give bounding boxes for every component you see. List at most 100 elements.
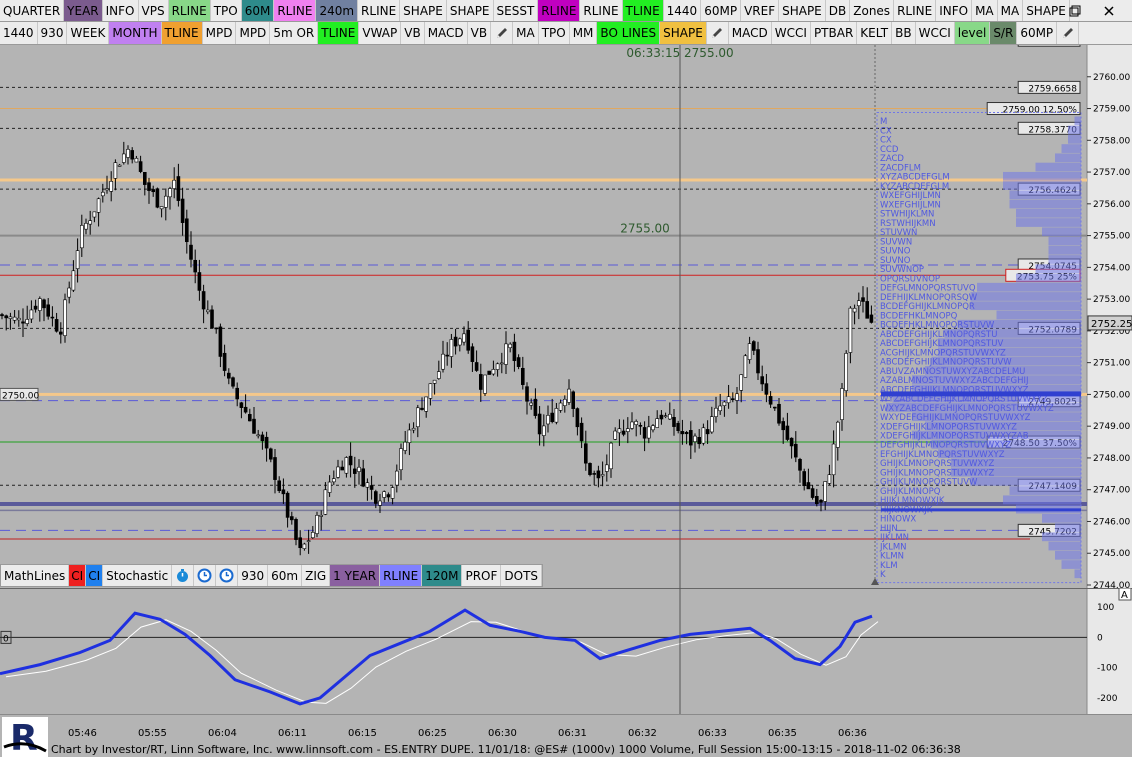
tb2-month-button[interactable]: MONTH <box>109 22 162 44</box>
study-dots-button[interactable]: DOTS <box>501 565 543 586</box>
tb2-shape-button[interactable]: SHAPE <box>660 22 707 44</box>
close-window-icon[interactable] <box>1098 2 1120 20</box>
tb2-tpo-button[interactable]: TPO <box>538 22 570 44</box>
price-chart[interactable]: 2761.15012759.66582759.00 12.50%2758.377… <box>0 45 1132 588</box>
tb1-sesst-button[interactable]: SESST <box>493 0 539 21</box>
tb1-240m-button[interactable]: 240m <box>316 0 359 21</box>
tb1-rline-button[interactable]: RLINE <box>274 0 317 21</box>
tb1-rline-button[interactable]: RLINE <box>580 0 623 21</box>
tb1-tpo-button[interactable]: TPO <box>210 0 242 21</box>
candle-up <box>126 148 130 158</box>
tb2-bb-button[interactable]: BB <box>892 22 916 44</box>
pencil-icon[interactable] <box>707 22 729 44</box>
tb1-1440-button[interactable]: 1440 <box>663 0 702 21</box>
tb1-60m-button[interactable]: 60M <box>241 0 275 21</box>
tb1-rline-button[interactable]: RLINE <box>538 0 581 21</box>
tb1-shape-button[interactable]: SHAPE <box>446 0 494 21</box>
oscillator-tick-label: 0 <box>1097 633 1103 643</box>
study-prof-button[interactable]: PROF <box>462 565 502 586</box>
tb1-info-button[interactable]: INFO <box>102 0 139 21</box>
candle-down <box>180 198 185 223</box>
tb2-5m-or-button[interactable]: 5m OR <box>270 22 319 44</box>
tb1-shape-button[interactable]: SHAPE <box>400 0 447 21</box>
tb1-info-button[interactable]: INFO <box>936 0 973 21</box>
tb2-week-button[interactable]: WEEK <box>67 22 110 44</box>
tb2-ma-button[interactable]: MA <box>513 22 539 44</box>
candle-up <box>747 343 752 360</box>
candle-up <box>483 374 487 394</box>
volume-profile-bar <box>1074 116 1081 126</box>
study-930-button[interactable]: 930 <box>238 565 269 586</box>
tb2-mpd-button[interactable]: MPD <box>236 22 271 44</box>
stopwatch-icon[interactable] <box>172 565 195 586</box>
candle-down <box>222 352 227 371</box>
tb2-mpd-button[interactable]: MPD <box>202 22 237 44</box>
tb1-ma-button[interactable]: MA <box>972 0 998 21</box>
candle-down <box>42 299 46 309</box>
tb2-vb-button[interactable]: VB <box>467 22 492 44</box>
tb2-bo-lines-button[interactable]: BO LINES <box>597 22 661 44</box>
candle-up <box>491 369 496 375</box>
tb2-level-button[interactable]: level <box>954 22 991 44</box>
candle-down <box>0 314 4 317</box>
tb2-mm-button[interactable]: MM <box>569 22 598 44</box>
candle-down <box>516 357 521 367</box>
candle-up <box>667 413 672 420</box>
study-1-year-button[interactable]: 1 YEAR <box>330 565 381 586</box>
tb1-vps-button[interactable]: VPS <box>138 0 169 21</box>
candle-up <box>428 383 433 399</box>
study-120m-button[interactable]: 120M <box>422 565 463 586</box>
tb2-vwap-button[interactable]: VWAP <box>359 22 402 44</box>
study-zig-button[interactable]: ZIG <box>302 565 331 586</box>
tb1-rline-button[interactable]: RLINE <box>358 0 401 21</box>
study-ci-button[interactable]: CI <box>86 565 104 586</box>
tb2-s-r-button[interactable]: S/R <box>990 22 1018 44</box>
tb1-60mp-button[interactable]: 60MP <box>701 0 742 21</box>
tb2-tline-button[interactable]: TLINE <box>318 22 360 44</box>
tb2-kelt-button[interactable]: KELT <box>857 22 893 44</box>
candle-down <box>520 367 525 385</box>
volume-profile-bar <box>970 301 1081 311</box>
tb1-zones-button[interactable]: Zones <box>850 0 895 21</box>
study-ci-button[interactable]: CI <box>69 565 87 586</box>
tb1-quarter-button[interactable]: QUARTER <box>0 0 65 21</box>
tb1-rline-button[interactable]: RLINE <box>168 0 211 21</box>
tb2-ptbar-button[interactable]: PTBAR <box>810 22 858 44</box>
study-60m-button[interactable]: 60m <box>268 565 303 586</box>
volume-profile-bar <box>1068 125 1081 135</box>
tb1-vref-button[interactable]: VREF <box>741 0 780 21</box>
tb1-rline-button[interactable]: RLINE <box>894 0 937 21</box>
tb1-shape-button[interactable]: SHAPE <box>1023 0 1070 21</box>
tb2-wcci-button[interactable]: WCCI <box>771 22 811 44</box>
pencil-icon[interactable] <box>491 22 514 44</box>
tb2-vb-button[interactable]: VB <box>401 22 425 44</box>
candle-up <box>436 371 441 379</box>
restore-window-icon[interactable] <box>1064 2 1086 20</box>
tb2-macd-button[interactable]: MACD <box>728 22 772 44</box>
tb2-1440-button[interactable]: 1440 <box>0 22 38 44</box>
candle-up <box>8 316 13 319</box>
level-label: 2759.6658 <box>1028 84 1077 94</box>
clock-icon[interactable] <box>216 565 239 586</box>
tb1-tline-button[interactable]: TLINE <box>622 0 664 21</box>
candle-down <box>772 406 777 409</box>
study-stochastic-button[interactable]: Stochastic <box>103 565 173 586</box>
pencil-icon[interactable] <box>1057 22 1080 44</box>
tb2-tline-button[interactable]: TLINE <box>161 22 203 44</box>
tb2-wcci-button[interactable]: WCCI <box>915 22 955 44</box>
candle-up <box>105 188 109 191</box>
tb1-db-button[interactable]: DB <box>825 0 851 21</box>
volume-profile-bar <box>1009 199 1081 209</box>
candle-down <box>273 457 277 480</box>
clock-icon[interactable] <box>194 565 217 586</box>
study-rline-button[interactable]: RLINE <box>380 565 423 586</box>
candle-up <box>630 421 634 429</box>
tb2-930-button[interactable]: 930 <box>37 22 68 44</box>
tb1-ma-button[interactable]: MA <box>997 0 1024 21</box>
tb1-year-button[interactable]: YEAR <box>64 0 103 21</box>
study-mathlines-button[interactable]: MathLines <box>1 565 70 586</box>
tb2-60mp-button[interactable]: 60MP <box>1017 22 1058 44</box>
stochastic-oscillator-chart[interactable]: 1000-100-2000A <box>0 588 1132 714</box>
tb2-macd-button[interactable]: MACD <box>424 22 468 44</box>
tb1-shape-button[interactable]: SHAPE <box>779 0 826 21</box>
